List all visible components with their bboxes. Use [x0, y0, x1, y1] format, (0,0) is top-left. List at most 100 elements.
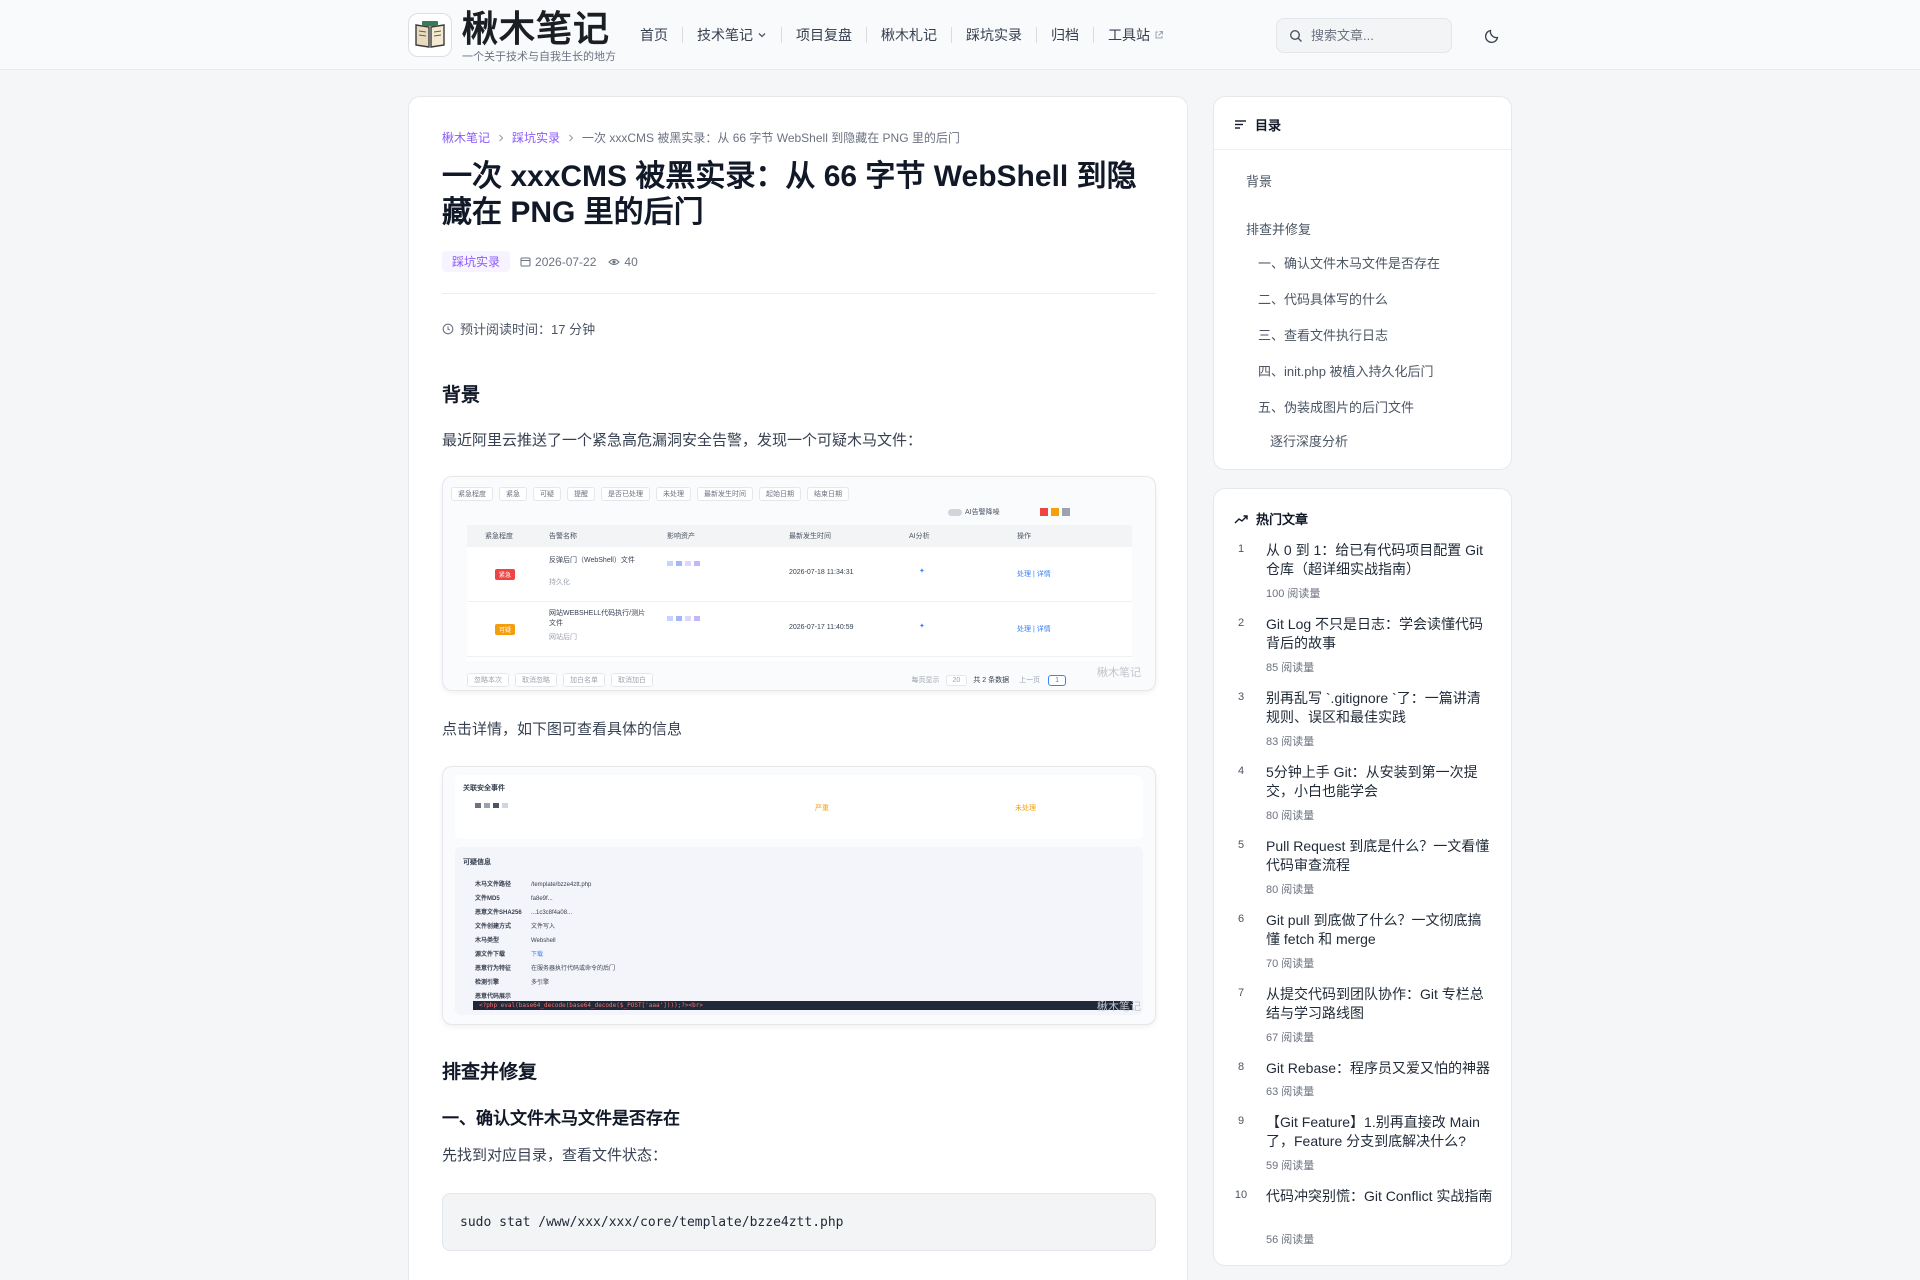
filter-chip: 起始日期: [759, 487, 801, 501]
paragraph: 点击详情，如下图可查看具体的信息: [442, 721, 683, 738]
filter-chip: 提醒: [567, 487, 595, 501]
table-row[interactable]: 紧急 反弹后门（WebShell）文件 持久化 2026-07-18 11:34…: [467, 547, 1132, 602]
search-input[interactable]: [1311, 28, 1441, 43]
breadcrumb-home[interactable]: 楸木笔记: [442, 129, 490, 146]
site-logo[interactable]: [408, 13, 452, 57]
hot-article-title[interactable]: 从 0 到 1：给已有代码项目配置 Git 仓库（超详细实战指南）: [1266, 541, 1494, 579]
toc-item[interactable]: 逐行深度分析: [1270, 431, 1348, 450]
bulk-action[interactable]: 加白名单: [563, 673, 605, 687]
column-header: 紧急程度: [485, 533, 513, 540]
alert-name: 反弹后门（WebShell）文件: [549, 557, 635, 564]
article-meta: 踩坑实录 2026-07-22 40: [442, 251, 650, 272]
ai-analysis-icon[interactable]: ✦: [919, 567, 925, 575]
nav-project-review[interactable]: 项目复盘: [796, 25, 852, 45]
views-text: 40: [624, 254, 638, 269]
external-link-icon: [1154, 30, 1164, 40]
column-header: 操作: [1017, 533, 1031, 540]
info-row: 恶意行为特征 在服务器执行代码或命令的后门: [475, 966, 616, 972]
info-row: 检测引擎 多引擎: [475, 980, 550, 986]
chevron-right-icon: [497, 134, 505, 142]
heading-step1: 一、确认文件木马文件是否存在: [442, 1109, 680, 1128]
alert-time: 2026-07-17 11:40:59: [789, 624, 854, 631]
table-footer: 忽略本次 取消忽略 加白名单 取消加白 每页显示 20 共 2 条数据 上一页 …: [467, 671, 1132, 689]
search-box[interactable]: [1276, 18, 1452, 53]
ai-toggle: AI告警降噪: [948, 507, 1070, 517]
toc-item[interactable]: 背景: [1246, 171, 1272, 190]
toc-item[interactable]: 五、伪装成图片的后门文件: [1258, 397, 1414, 416]
bulk-action[interactable]: 忽略本次: [467, 673, 509, 687]
per-page-select[interactable]: 20: [945, 674, 968, 686]
nav-divider: [951, 27, 952, 43]
hot-article-title[interactable]: Git pull 到底做了什么？一文彻底搞懂 fetch 和 merge: [1266, 911, 1494, 949]
trending-up-icon: [1234, 514, 1248, 523]
row-actions[interactable]: 处理 | 详情: [1017, 624, 1051, 634]
hot-article-title[interactable]: 5分钟上手 Git：从安装到第一次提交，小白也能学会: [1266, 763, 1494, 801]
table-row[interactable]: 可疑 网站WEBSHELL代码执行/测片文件 网站后门 2026-07-17 1…: [467, 602, 1132, 657]
read-time-text: 预计阅读时间：17 分钟: [460, 322, 596, 337]
prev-page[interactable]: 上一页: [1019, 675, 1040, 685]
list-icon: [1235, 120, 1246, 129]
filter-chip: 紧急程度: [451, 487, 493, 501]
calendar-icon: [520, 257, 531, 267]
nav-tech-notes[interactable]: 技术笔记: [697, 25, 767, 45]
nav-divider: [866, 27, 867, 43]
table-header: 紧急程度 告警名称 影响资产 最新发生时间 AI分析 操作: [467, 525, 1132, 547]
hot-article-title[interactable]: Git Rebase：程序员又爱又怕的神器: [1266, 1059, 1494, 1078]
chevron-right-icon: [567, 134, 575, 142]
code-block[interactable]: sudo stat /www/xxx/xxx/core/template/bzz…: [442, 1193, 1156, 1251]
current-page[interactable]: 1: [1048, 674, 1066, 686]
info-row: 文件MD5 fa8e9f...: [475, 896, 553, 902]
nav-divider: [781, 27, 782, 43]
hot-article-title[interactable]: 从提交代码到团队协作：Git 专栏总结与学习路线图: [1266, 985, 1494, 1023]
alert-detail-screenshot[interactable]: 关联安全事件 严重 未处理 可疑信息 木马文件路径/template/bzze4…: [442, 766, 1156, 1025]
hot-article-views: 70 阅读量: [1266, 958, 1315, 970]
site-header: 楸木笔记 一个关于技术与自我生长的地方 首页 技术笔记 项目复盘 楸木札记 踩坑…: [0, 0, 1920, 70]
nav-label: 归档: [1051, 27, 1079, 43]
alert-list-screenshot[interactable]: 紧急程度 紧急 可疑 提醒 是否已处理 未处理 最新发生时间 起始日期 结束日期…: [442, 476, 1156, 691]
hot-title: 热门文章: [1256, 512, 1309, 527]
toc-divider: [1214, 149, 1511, 150]
main-nav: 首页 技术笔记 项目复盘 楸木札记 踩坑实录 归档 工具站: [640, 0, 1164, 70]
hot-article-title[interactable]: Pull Request 到底是什么？一文看懂代码审查流程: [1266, 837, 1494, 875]
article-card: 楸木笔记 踩坑实录 一次 xxxCMS 被黑实录：从 66 字节 WebShel…: [408, 96, 1188, 1280]
bulk-action[interactable]: 取消忽略: [515, 673, 557, 687]
ai-analysis-icon[interactable]: ✦: [919, 622, 925, 630]
per-page-label: 每页显示: [911, 677, 940, 684]
bulk-action[interactable]: 取消加白: [611, 673, 653, 687]
rank-number: 6: [1237, 913, 1245, 925]
nav-archive[interactable]: 归档: [1051, 25, 1079, 45]
book-icon: [415, 21, 445, 48]
rank-number: 9: [1237, 1115, 1245, 1127]
heading-fix: 排查并修复: [442, 1062, 538, 1083]
brand-title[interactable]: 楸木笔记: [462, 10, 610, 48]
suspicious-info-panel: 可疑信息 木马文件路径/template/bzze4ztt.php 文件MD5 f…: [455, 847, 1143, 1015]
toc-item[interactable]: 三、查看文件执行日志: [1258, 325, 1388, 344]
toc-item[interactable]: 四、init.php 被植入持久化后门: [1258, 361, 1434, 380]
toc-item[interactable]: 一、确认文件木马文件是否存在: [1258, 253, 1440, 272]
breadcrumb-category[interactable]: 踩坑实录: [512, 129, 560, 146]
nav-home[interactable]: 首页: [640, 25, 668, 45]
theme-toggle-button[interactable]: [1482, 24, 1504, 46]
row-actions[interactable]: 处理 | 详情: [1017, 569, 1051, 579]
hot-article-title[interactable]: 别再乱写 `.gitignore `了：一篇讲清规则、误区和最佳实践: [1266, 689, 1494, 727]
toc-item[interactable]: 排查并修复: [1246, 219, 1311, 238]
hot-article-title[interactable]: 代码冲突别慌：Git Conflict 实战指南: [1266, 1187, 1494, 1206]
event-status: 未处理: [1015, 805, 1036, 812]
breadcrumb: 楸木笔记 踩坑实录 一次 xxxCMS 被黑实录：从 66 字节 WebShel…: [442, 129, 960, 146]
toc-item[interactable]: 二、代码具体写的什么: [1258, 289, 1388, 308]
filter-chip: 结束日期: [807, 487, 849, 501]
info-row: 木马文件路径/template/bzze4ztt.php: [475, 882, 592, 888]
nav-label: 项目复盘: [796, 27, 852, 43]
nav-tools[interactable]: 工具站: [1108, 25, 1164, 45]
nav-pitfalls[interactable]: 踩坑实录: [966, 25, 1022, 45]
nav-divider: [1093, 27, 1094, 43]
nav-divider: [1036, 27, 1037, 43]
hot-article-views: 67 阅读量: [1266, 1032, 1315, 1044]
hot-article-title[interactable]: 【Git Feature】1.别再直接改 Main 了，Feature 分支到底…: [1266, 1113, 1494, 1151]
column-header: 影响资产: [667, 533, 695, 540]
nav-notes[interactable]: 楸木札记: [881, 25, 937, 45]
hot-article-title[interactable]: Git Log 不只是日志：学会读懂代码背后的故事: [1266, 615, 1494, 653]
watermark: 楸木笔记: [1097, 667, 1141, 679]
category-badge[interactable]: 踩坑实录: [442, 251, 511, 272]
paragraph: 最近阿里云推送了一个紧急高危漏洞安全告警，发现一个可疑木马文件：: [442, 432, 923, 449]
